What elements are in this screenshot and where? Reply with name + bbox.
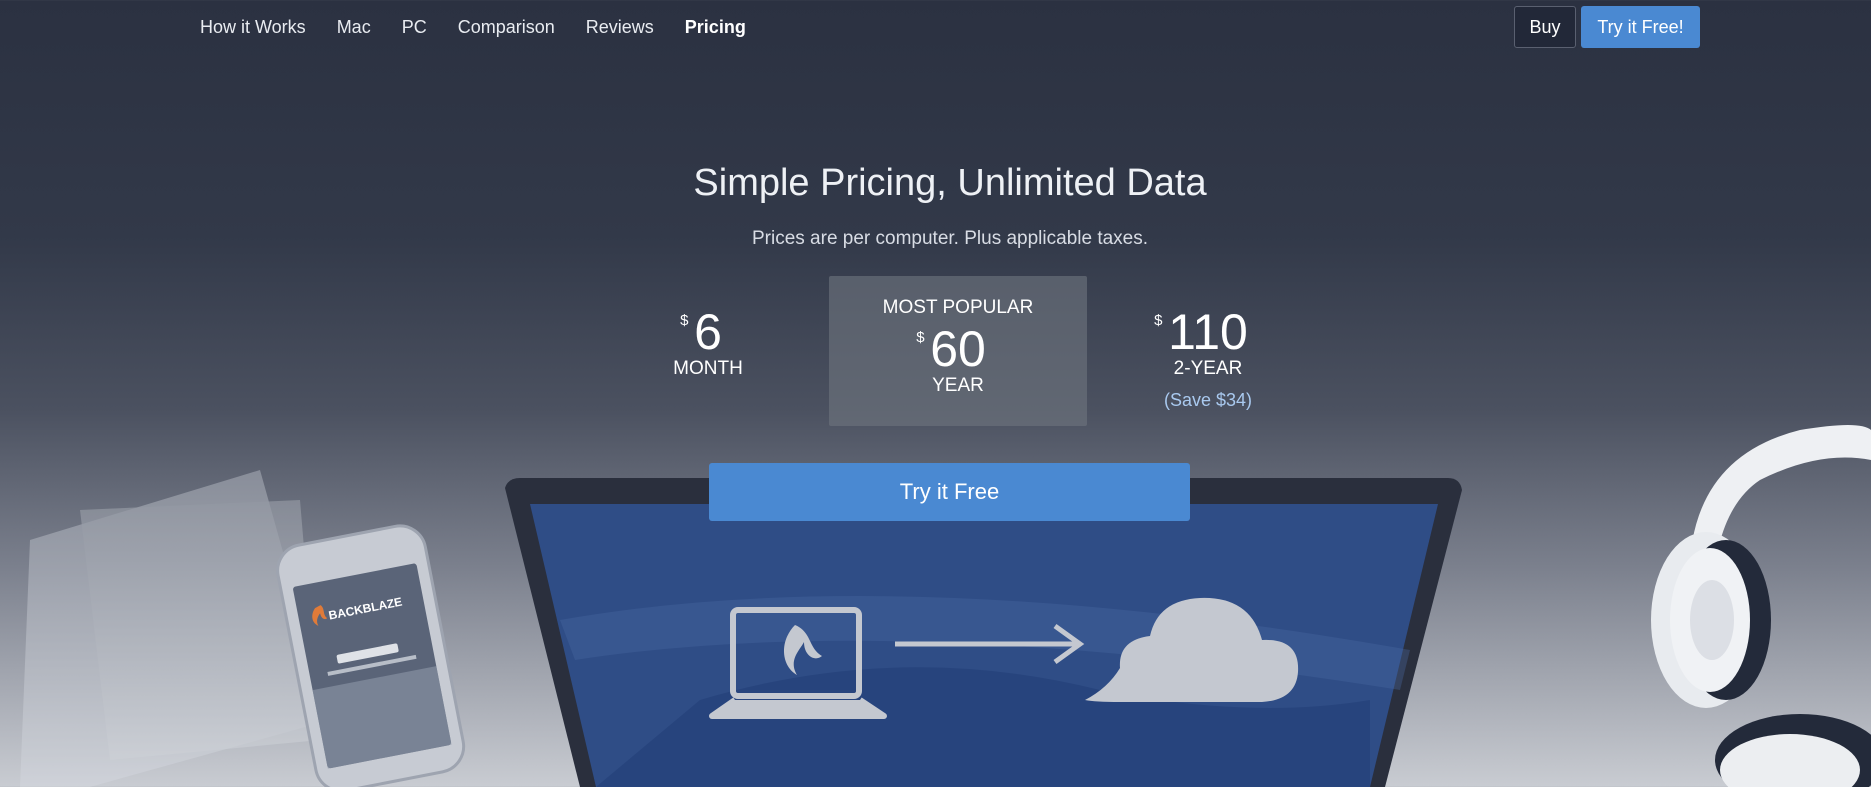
page-subtitle: Prices are per computer. Plus applicable… <box>751 228 1149 249</box>
paper-sheets <box>20 470 330 787</box>
savings-note: (Save $34) <box>1163 390 1253 410</box>
price-amount: 6 <box>694 304 722 360</box>
nav-link-how-it-works[interactable]: How it Works <box>200 15 306 39</box>
headphones-device <box>1651 425 1871 787</box>
phone-device: BACKBLAZE <box>276 524 466 787</box>
plan-yearly-price: $60 <box>916 320 986 378</box>
nav-actions: Buy Try it Free! <box>1514 6 1700 48</box>
nav-link-reviews[interactable]: Reviews <box>586 15 654 39</box>
phone-brand: BACKBLAZE <box>327 595 403 623</box>
buy-button[interactable]: Buy <box>1514 6 1576 48</box>
flame-logo-icon <box>312 605 328 626</box>
flame-logo-icon-screen <box>783 625 822 675</box>
currency-symbol: $ <box>1154 312 1163 329</box>
laptop-device <box>505 478 1462 787</box>
cloud-icon <box>1085 597 1299 702</box>
nav-link-pc[interactable]: PC <box>402 15 427 39</box>
plan-two-year-price: $110 <box>1154 303 1248 361</box>
plan-yearly[interactable]: MOST POPULAR $60 YEAR <box>829 276 1087 426</box>
try-free-nav-button[interactable]: Try it Free! <box>1581 6 1700 48</box>
nav-link-comparison[interactable]: Comparison <box>458 15 555 39</box>
currency-symbol: $ <box>680 312 689 329</box>
plan-monthly-price: $6 <box>680 303 722 361</box>
try-free-button[interactable]: Try it Free <box>709 463 1190 521</box>
price-amount: 110 <box>1168 304 1248 360</box>
nav-links: How it Works Mac PC Comparison Reviews P… <box>200 15 777 39</box>
nav-link-mac[interactable]: Mac <box>337 15 371 39</box>
nav-link-pricing[interactable]: Pricing <box>685 15 746 39</box>
price-amount: 60 <box>930 321 986 377</box>
laptop-icon <box>709 607 887 719</box>
most-popular-badge: MOST POPULAR <box>882 297 1034 318</box>
top-nav: How it Works Mac PC Comparison Reviews P… <box>0 0 1871 58</box>
plan-two-year[interactable]: $110 2-YEAR (Save $34) <box>1138 303 1278 411</box>
currency-symbol: $ <box>916 329 925 346</box>
plan-monthly[interactable]: $6 MONTH <box>658 303 758 381</box>
page-title: Simple Pricing, Unlimited Data <box>693 162 1207 204</box>
arrow-right-icon <box>895 623 1085 665</box>
